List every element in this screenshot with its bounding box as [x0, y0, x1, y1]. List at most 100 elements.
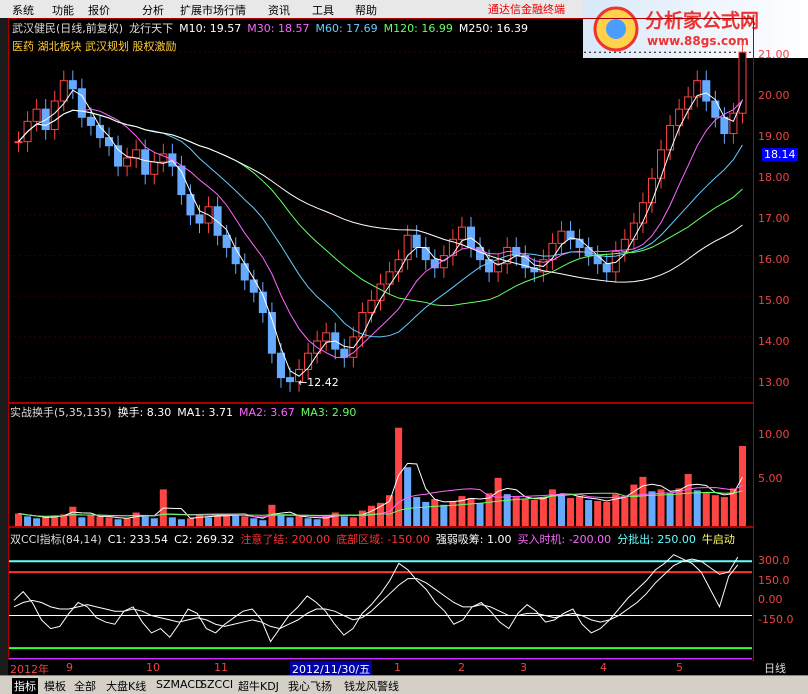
menu-item[interactable]: 帮助 [355, 2, 377, 18]
candle [702, 80, 711, 102]
volume-bar [666, 493, 674, 526]
volume-bar [702, 492, 710, 526]
volume-bar [539, 497, 547, 526]
bottom-tab[interactable]: 钱龙风警线 [342, 678, 401, 694]
volume-bar [295, 515, 303, 526]
candle [141, 149, 150, 175]
header-value: M10: 19.57 [179, 22, 242, 35]
volume-chart [15, 427, 746, 526]
header-value: 注意了结: 200.00 [240, 533, 331, 546]
volume-header: 实战换手(5,35,135) 换手: 8.30 MA1: 3.71 MA2: 3.67… [10, 404, 368, 419]
volume-bar [123, 518, 131, 526]
bottom-tab[interactable]: 超牛KDJ [236, 678, 281, 694]
main-header: 武汉健民(日线,前复权) 龙行天下 M10: 19.57 M30: 18.57 M60:… [12, 20, 540, 35]
volume-bar [304, 518, 312, 526]
candle [720, 116, 729, 135]
volume-bar [422, 501, 430, 526]
price-chart [9, 42, 752, 392]
volume-bar [114, 519, 122, 526]
candle [77, 88, 86, 118]
ma-line [18, 109, 743, 283]
candle [657, 149, 666, 179]
date-label: 11 [214, 661, 228, 674]
low-marker: ←12.42 [298, 376, 339, 389]
volume-bar [530, 499, 538, 526]
candle [647, 177, 657, 204]
volume-bar [693, 490, 701, 526]
bottom-tab[interactable]: SZCCI [198, 678, 235, 691]
bottom-tab-bar: 指标 模板 全部 大盘K线 SZMACD SZCCI 超牛KDJ 我心飞扬 钱龙风警线 [0, 675, 808, 694]
candle [195, 214, 204, 224]
header-value: C2: 269.32 [174, 533, 235, 546]
cci-line [13, 554, 739, 643]
scale-label: 14.00 [758, 335, 790, 348]
volume-bar [195, 514, 204, 526]
volume-bar [621, 496, 629, 526]
header-value: M60: 17.69 [315, 22, 378, 35]
volume-bar [431, 499, 439, 526]
volume-bar [711, 495, 719, 526]
header-value: MA1: 3.71 [177, 406, 233, 419]
date-label: 4 [600, 661, 607, 674]
indicator-name: 龙行天下 [129, 22, 174, 35]
bottom-tab[interactable]: 全部 [72, 678, 98, 694]
candle [104, 137, 114, 147]
header-value: 牛启动 [701, 533, 735, 546]
candle [575, 238, 584, 248]
volume-bar [449, 500, 457, 526]
bottom-tab[interactable]: 大盘K线 [104, 678, 148, 694]
alert-text: 通达信金融终端 [488, 3, 565, 16]
volume-bar [603, 501, 611, 526]
menu-item[interactable]: 资讯 [268, 2, 290, 18]
volume-bar [585, 499, 593, 526]
scale-label: 150.0 [758, 573, 790, 587]
header-value: 分批出: 250.00 [617, 533, 696, 546]
volume-bar [105, 517, 113, 526]
cci-values: C1: 233.54 C2: 269.32 注意了结: 200.00 底部区域: -1… [108, 533, 741, 546]
period-label[interactable]: 日线 [764, 660, 786, 676]
volume-bar [567, 498, 575, 526]
candle [638, 202, 647, 224]
stock-name: 武汉健民(日线,前复权) [12, 22, 124, 35]
bottom-tab[interactable]: 指标 [12, 678, 38, 694]
candle [68, 80, 77, 90]
date-label: 3 [520, 661, 527, 674]
candle [249, 279, 258, 293]
cci-scale: 300.0 150.0 0.00 -150.0 [752, 546, 808, 659]
bottom-tab[interactable]: 我心飞扬 [286, 678, 334, 694]
volume-scale: 10.00 5.00 [752, 420, 808, 526]
menu-item[interactable]: 功能 [52, 2, 74, 18]
header-value: M250: 16.39 [458, 22, 529, 35]
cci-name: 双CCI指标(84,14) [10, 533, 102, 546]
menu-item[interactable]: 工具 [312, 2, 334, 18]
menu-item[interactable]: 扩展市场行情 [180, 2, 246, 18]
menu-item[interactable]: 系统 [12, 2, 34, 18]
candle [222, 234, 231, 248]
bottom-tab[interactable]: 模板 [42, 678, 68, 694]
cci-header: 双CCI指标(84,14) C1: 233.54 C2: 269.32 注意了结: 2… [10, 531, 747, 546]
candle [548, 242, 557, 261]
menu-item[interactable]: 分析 [142, 2, 164, 18]
volume-bar [358, 510, 366, 526]
date-label: 2 [458, 661, 465, 674]
candle [177, 165, 186, 196]
volume-bar [250, 518, 258, 526]
header-value: M120: 16.99 [383, 22, 453, 35]
volume-bar [214, 516, 222, 526]
candle [557, 230, 566, 244]
volume-bar [576, 496, 584, 526]
menu-item[interactable]: 报价 [88, 2, 110, 18]
candle [132, 149, 141, 159]
volume-bar [521, 499, 529, 526]
header-value: 换手: 8.30 [117, 406, 172, 419]
scale-label: 0.00 [758, 593, 783, 607]
candle [412, 234, 421, 248]
candle [41, 108, 50, 130]
volume-bar [69, 506, 77, 526]
candle [394, 259, 403, 273]
volume-bar [720, 497, 728, 526]
date-label: 10 [146, 661, 160, 674]
volume-bar [87, 515, 95, 526]
scale-label: 15.00 [758, 294, 790, 307]
header-value: C1: 233.54 [107, 533, 169, 546]
